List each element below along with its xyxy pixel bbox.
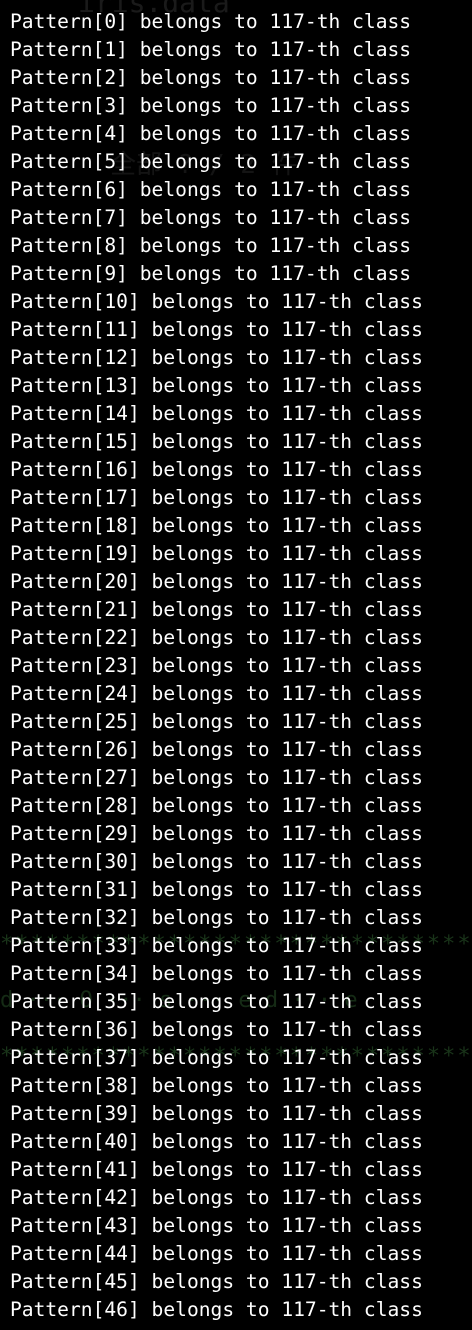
output-line: Pattern[13] belongs to 117-th class xyxy=(10,374,423,397)
output-line: Pattern[24] belongs to 117-th class xyxy=(10,682,423,705)
output-line: Pattern[12] belongs to 117-th class xyxy=(10,346,423,369)
output-line: Pattern[38] belongs to 117-th class xyxy=(10,1074,423,1097)
output-line: Pattern[3] belongs to 117-th class xyxy=(10,94,412,117)
output-line: Pattern[27] belongs to 117-th class xyxy=(10,766,423,789)
output-line: Pattern[34] belongs to 117-th class xyxy=(10,962,423,985)
output-line: Pattern[17] belongs to 117-th class xyxy=(10,486,423,509)
output-line: Pattern[8] belongs to 117-th class xyxy=(10,234,412,257)
output-line: Pattern[29] belongs to 117-th class xyxy=(10,822,423,845)
output-line: Pattern[31] belongs to 117-th class xyxy=(10,878,423,901)
output-line: Pattern[10] belongs to 117-th class xyxy=(10,290,423,313)
output-line: Pattern[40] belongs to 117-th class xyxy=(10,1130,423,1153)
output-line: Pattern[35] belongs to 117-th class xyxy=(10,990,423,1013)
output-line: Pattern[25] belongs to 117-th class xyxy=(10,710,423,733)
output-line: Pattern[36] belongs to 117-th class xyxy=(10,1018,423,1041)
output-line: Pattern[5] belongs to 117-th class xyxy=(10,150,412,173)
output-line: Pattern[41] belongs to 117-th class xyxy=(10,1158,423,1181)
output-line: Pattern[19] belongs to 117-th class xyxy=(10,542,423,565)
output-line: Pattern[33] belongs to 117-th class xyxy=(10,934,423,957)
output-line: Pattern[18] belongs to 117-th class xyxy=(10,514,423,537)
output-line: Pattern[2] belongs to 117-th class xyxy=(10,66,412,89)
output-line: Pattern[9] belongs to 117-th class xyxy=(10,262,412,285)
output-line: Pattern[20] belongs to 117-th class xyxy=(10,570,423,593)
output-line: Pattern[1] belongs to 117-th class xyxy=(10,38,412,61)
terminal-window[interactable]: iris.data 全部 ? / 2 件 *******************… xyxy=(0,0,472,1330)
output-line: Pattern[39] belongs to 117-th class xyxy=(10,1102,423,1125)
output-line: Pattern[11] belongs to 117-th class xyxy=(10,318,423,341)
output-line: Pattern[4] belongs to 117-th class xyxy=(10,122,412,145)
output-line: Pattern[45] belongs to 117-th class xyxy=(10,1270,423,1293)
output-line: Pattern[14] belongs to 117-th class xyxy=(10,402,423,425)
output-line: Pattern[28] belongs to 117-th class xyxy=(10,794,423,817)
output-line: Pattern[46] belongs to 117-th class xyxy=(10,1298,423,1321)
output-line: Pattern[21] belongs to 117-th class xyxy=(10,598,423,621)
output-line: Pattern[37] belongs to 117-th class xyxy=(10,1046,423,1069)
output-line: Pattern[22] belongs to 117-th class xyxy=(10,626,423,649)
output-line: Pattern[23] belongs to 117-th class xyxy=(10,654,423,677)
terminal-output: Pattern[0] belongs to 117-th class Patter… xyxy=(10,8,423,1324)
output-line: Pattern[0] belongs to 117-th class xyxy=(10,10,412,33)
output-line: Pattern[16] belongs to 117-th class xyxy=(10,458,423,481)
output-line: Pattern[32] belongs to 117-th class xyxy=(10,906,423,929)
output-line: Pattern[30] belongs to 117-th class xyxy=(10,850,423,873)
output-line: Pattern[7] belongs to 117-th class xyxy=(10,206,412,229)
output-line: Pattern[15] belongs to 117-th class xyxy=(10,430,423,453)
output-line: Pattern[43] belongs to 117-th class xyxy=(10,1214,423,1237)
output-line: Pattern[42] belongs to 117-th class xyxy=(10,1186,423,1209)
output-line: Pattern[6] belongs to 117-th class xyxy=(10,178,412,201)
output-line: Pattern[26] belongs to 117-th class xyxy=(10,738,423,761)
output-line: Pattern[44] belongs to 117-th class xyxy=(10,1242,423,1265)
